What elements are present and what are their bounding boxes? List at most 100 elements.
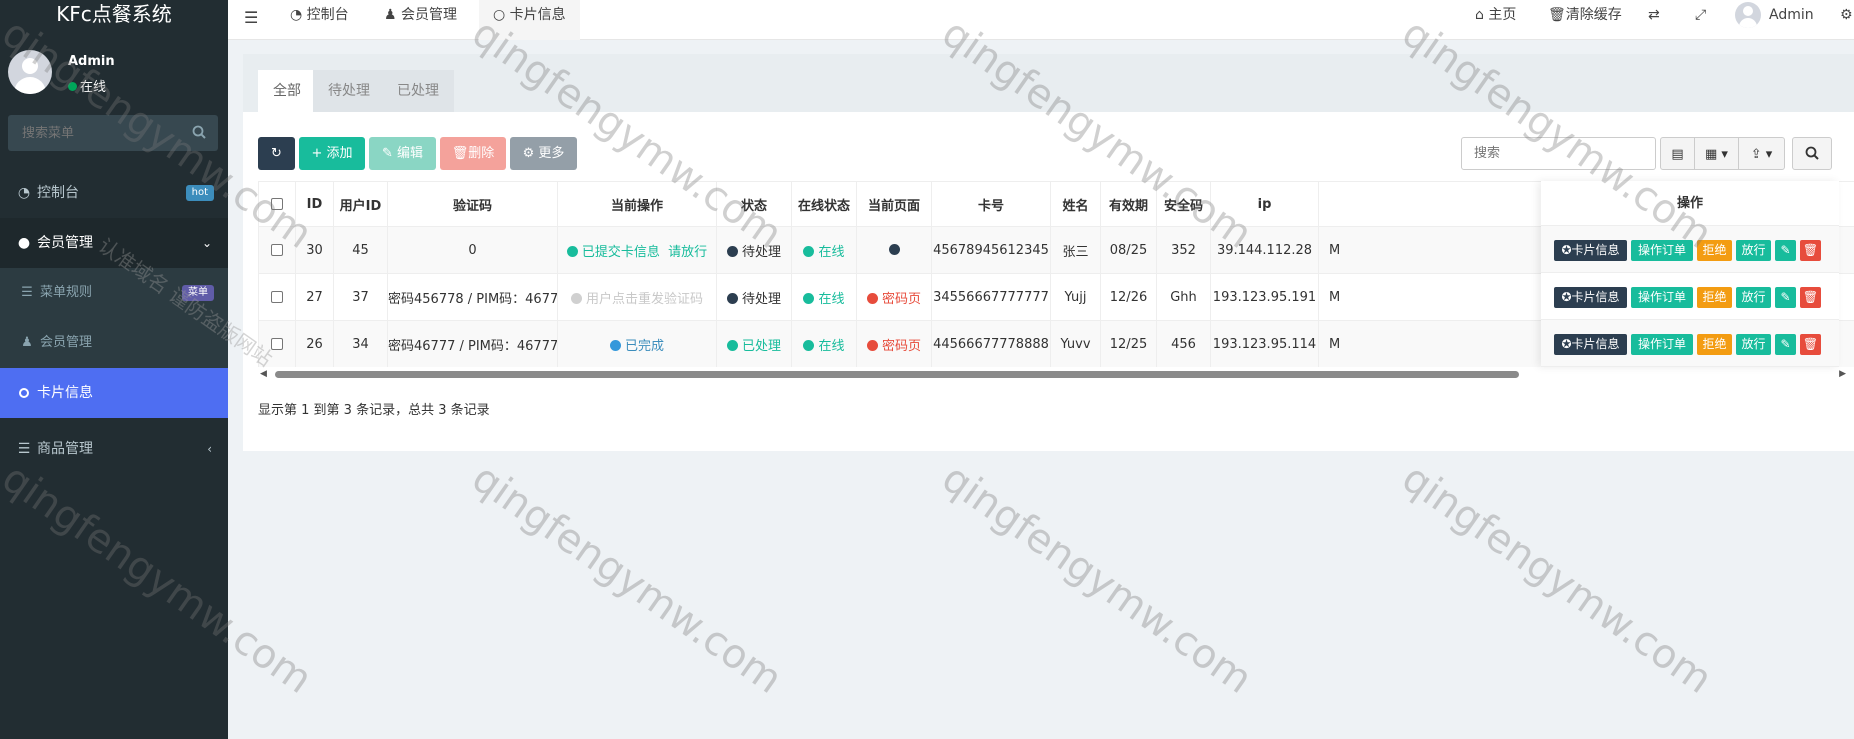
columns-button[interactable]: ▦ ▾: [1694, 137, 1739, 170]
col-online[interactable]: 在线状态: [791, 181, 857, 227]
user-circle-icon: ●: [17, 235, 31, 251]
refuse-button[interactable]: 拒绝: [1697, 334, 1732, 355]
delete-row-button[interactable]: 🗑: [1800, 287, 1821, 308]
cell-card: 44566677778888: [931, 320, 1051, 367]
translate-icon[interactable]: ⇄: [1648, 0, 1660, 32]
tab-card-info[interactable]: ○ 卡片信息: [479, 0, 580, 40]
add-button[interactable]: + 添加: [299, 137, 365, 170]
clear-cache-button[interactable]: 🗑清除缓存: [1548, 0, 1622, 32]
medal-icon: ✪: [1561, 243, 1572, 257]
toggle-view-button[interactable]: ▤: [1660, 137, 1695, 170]
cell-id: 27: [295, 273, 334, 321]
advanced-search-button[interactable]: [1792, 137, 1832, 170]
panel-tabs: 全部 待处理 已处理: [243, 54, 1854, 112]
card-info-button[interactable]: ✪卡片信息: [1554, 334, 1627, 355]
col-name[interactable]: 姓名: [1050, 181, 1101, 227]
table-search-input[interactable]: [1461, 137, 1656, 170]
home-link[interactable]: ⌂ 主页: [1475, 0, 1516, 32]
export-button[interactable]: ⇪ ▾: [1738, 137, 1785, 170]
sidebar-item-members[interactable]: ● 会员管理 ⌄: [0, 218, 228, 268]
col-card[interactable]: 卡号: [931, 181, 1051, 227]
col-verify-code[interactable]: 验证码: [387, 181, 558, 227]
edit-row-button[interactable]: ✎: [1775, 287, 1796, 308]
col-current-op[interactable]: 当前操作: [557, 181, 717, 227]
col-ip[interactable]: ip: [1210, 181, 1319, 227]
search-icon: [1805, 146, 1819, 160]
scroll-right-icon[interactable]: ▶: [1839, 369, 1846, 379]
search-icon[interactable]: [192, 125, 206, 139]
avatar: [1735, 2, 1761, 28]
gear-icon: ⚙: [522, 146, 539, 161]
refresh-icon: ↻: [271, 146, 282, 161]
dashboard-icon: ◔: [17, 185, 31, 201]
cell-user-id: 37: [333, 273, 388, 321]
cell-name: Yujj: [1050, 273, 1101, 321]
cell-code: 密码456778 / PIM码：4677: [387, 273, 558, 321]
pencil-icon: ✎: [1780, 290, 1791, 304]
sidebar-search: [8, 115, 218, 151]
select-all-checkbox[interactable]: [258, 181, 296, 227]
edit-row-button[interactable]: ✎: [1775, 334, 1796, 355]
user-menu[interactable]: Admin: [1735, 0, 1814, 32]
order-button[interactable]: 操作订单: [1631, 287, 1693, 308]
more-button[interactable]: ⚙ 更多: [510, 137, 577, 170]
tab-all[interactable]: 全部: [258, 70, 316, 112]
sidebar-item-member-manage[interactable]: ♟ 会员管理: [0, 318, 228, 368]
row-checkbox[interactable]: [258, 320, 296, 367]
col-user-id[interactable]: 用户ID: [333, 181, 388, 227]
menu-badge: 菜单: [182, 285, 214, 301]
col-id[interactable]: ID: [295, 181, 334, 227]
user-name: Admin: [68, 54, 115, 69]
order-button[interactable]: 操作订单: [1631, 240, 1693, 261]
content-panel: 全部 待处理 已处理 ↻ + 添加 ✎ 编辑 🗑删除 ⚙ 更多 ▤ ▦ ▾ ⇪ …: [243, 54, 1854, 451]
tab-processed[interactable]: 已处理: [382, 70, 454, 112]
trash-icon: 🗑: [1802, 337, 1819, 351]
sidebar-item-dashboard[interactable]: ◔ 控制台 hot: [0, 168, 228, 218]
col-cvv[interactable]: 安全码: [1156, 181, 1211, 227]
cell-status: 待处理: [716, 226, 792, 274]
refuse-button[interactable]: 拒绝: [1697, 240, 1732, 261]
edit-button[interactable]: ✎ 编辑: [369, 137, 436, 170]
delete-button[interactable]: 🗑删除: [440, 137, 506, 170]
pencil-icon: ✎: [1780, 337, 1791, 351]
online-dot-icon: [68, 82, 77, 91]
sidebar-item-menu-rules[interactable]: ☰ 菜单规则 菜单: [0, 268, 228, 318]
tab-members[interactable]: ♟ 会员管理: [384, 0, 457, 40]
refuse-button[interactable]: 拒绝: [1697, 287, 1732, 308]
edit-row-button[interactable]: ✎: [1775, 240, 1796, 261]
row-checkbox[interactable]: [258, 273, 296, 321]
app-logo[interactable]: KFc点餐系统: [0, 0, 228, 30]
cell-card: 45678945612345: [931, 226, 1051, 274]
horizontal-scrollbar[interactable]: ◀ ▶: [258, 367, 1854, 381]
sidebar-item-products[interactable]: ☰ 商品管理 ‹: [0, 424, 228, 474]
card-info-button[interactable]: ✪卡片信息: [1554, 287, 1627, 308]
hot-badge: hot: [185, 185, 214, 201]
tab-pending[interactable]: 待处理: [313, 70, 385, 112]
pass-button[interactable]: 放行: [1736, 334, 1771, 355]
pass-button[interactable]: 放行: [1736, 287, 1771, 308]
col-page[interactable]: 当前页面: [856, 181, 932, 227]
gear-icon[interactable]: ⚙: [1840, 0, 1853, 32]
delete-row-button[interactable]: 🗑: [1800, 240, 1821, 261]
col-status[interactable]: 状态: [716, 181, 792, 227]
row-checkbox[interactable]: [258, 226, 296, 274]
tab-dashboard[interactable]: ◔ 控制台: [290, 0, 349, 40]
list-icon: ☰: [21, 285, 33, 300]
hamburger-icon[interactable]: ☰: [244, 8, 258, 27]
card-info-button[interactable]: ✪卡片信息: [1554, 240, 1627, 261]
cell-expiry: 12/26: [1100, 273, 1157, 321]
watermark: qingfengymw.com: [1393, 455, 1721, 703]
order-button[interactable]: 操作订单: [1631, 334, 1693, 355]
refresh-button[interactable]: ↻: [258, 137, 295, 170]
sidebar-search-input[interactable]: [8, 115, 188, 151]
sidebar-item-card-info[interactable]: 卡片信息: [0, 368, 228, 418]
scroll-left-icon[interactable]: ◀: [260, 369, 267, 379]
scrollbar-thumb[interactable]: [275, 371, 1519, 378]
fullscreen-icon[interactable]: ⤢: [1695, 0, 1706, 32]
release-link[interactable]: 请放行: [668, 245, 707, 260]
pass-button[interactable]: 放行: [1736, 240, 1771, 261]
watermark: qingfengymw.com: [933, 455, 1261, 703]
cell-page: 密码页: [856, 320, 932, 367]
delete-row-button[interactable]: 🗑: [1800, 334, 1821, 355]
col-expiry[interactable]: 有效期: [1100, 181, 1157, 227]
